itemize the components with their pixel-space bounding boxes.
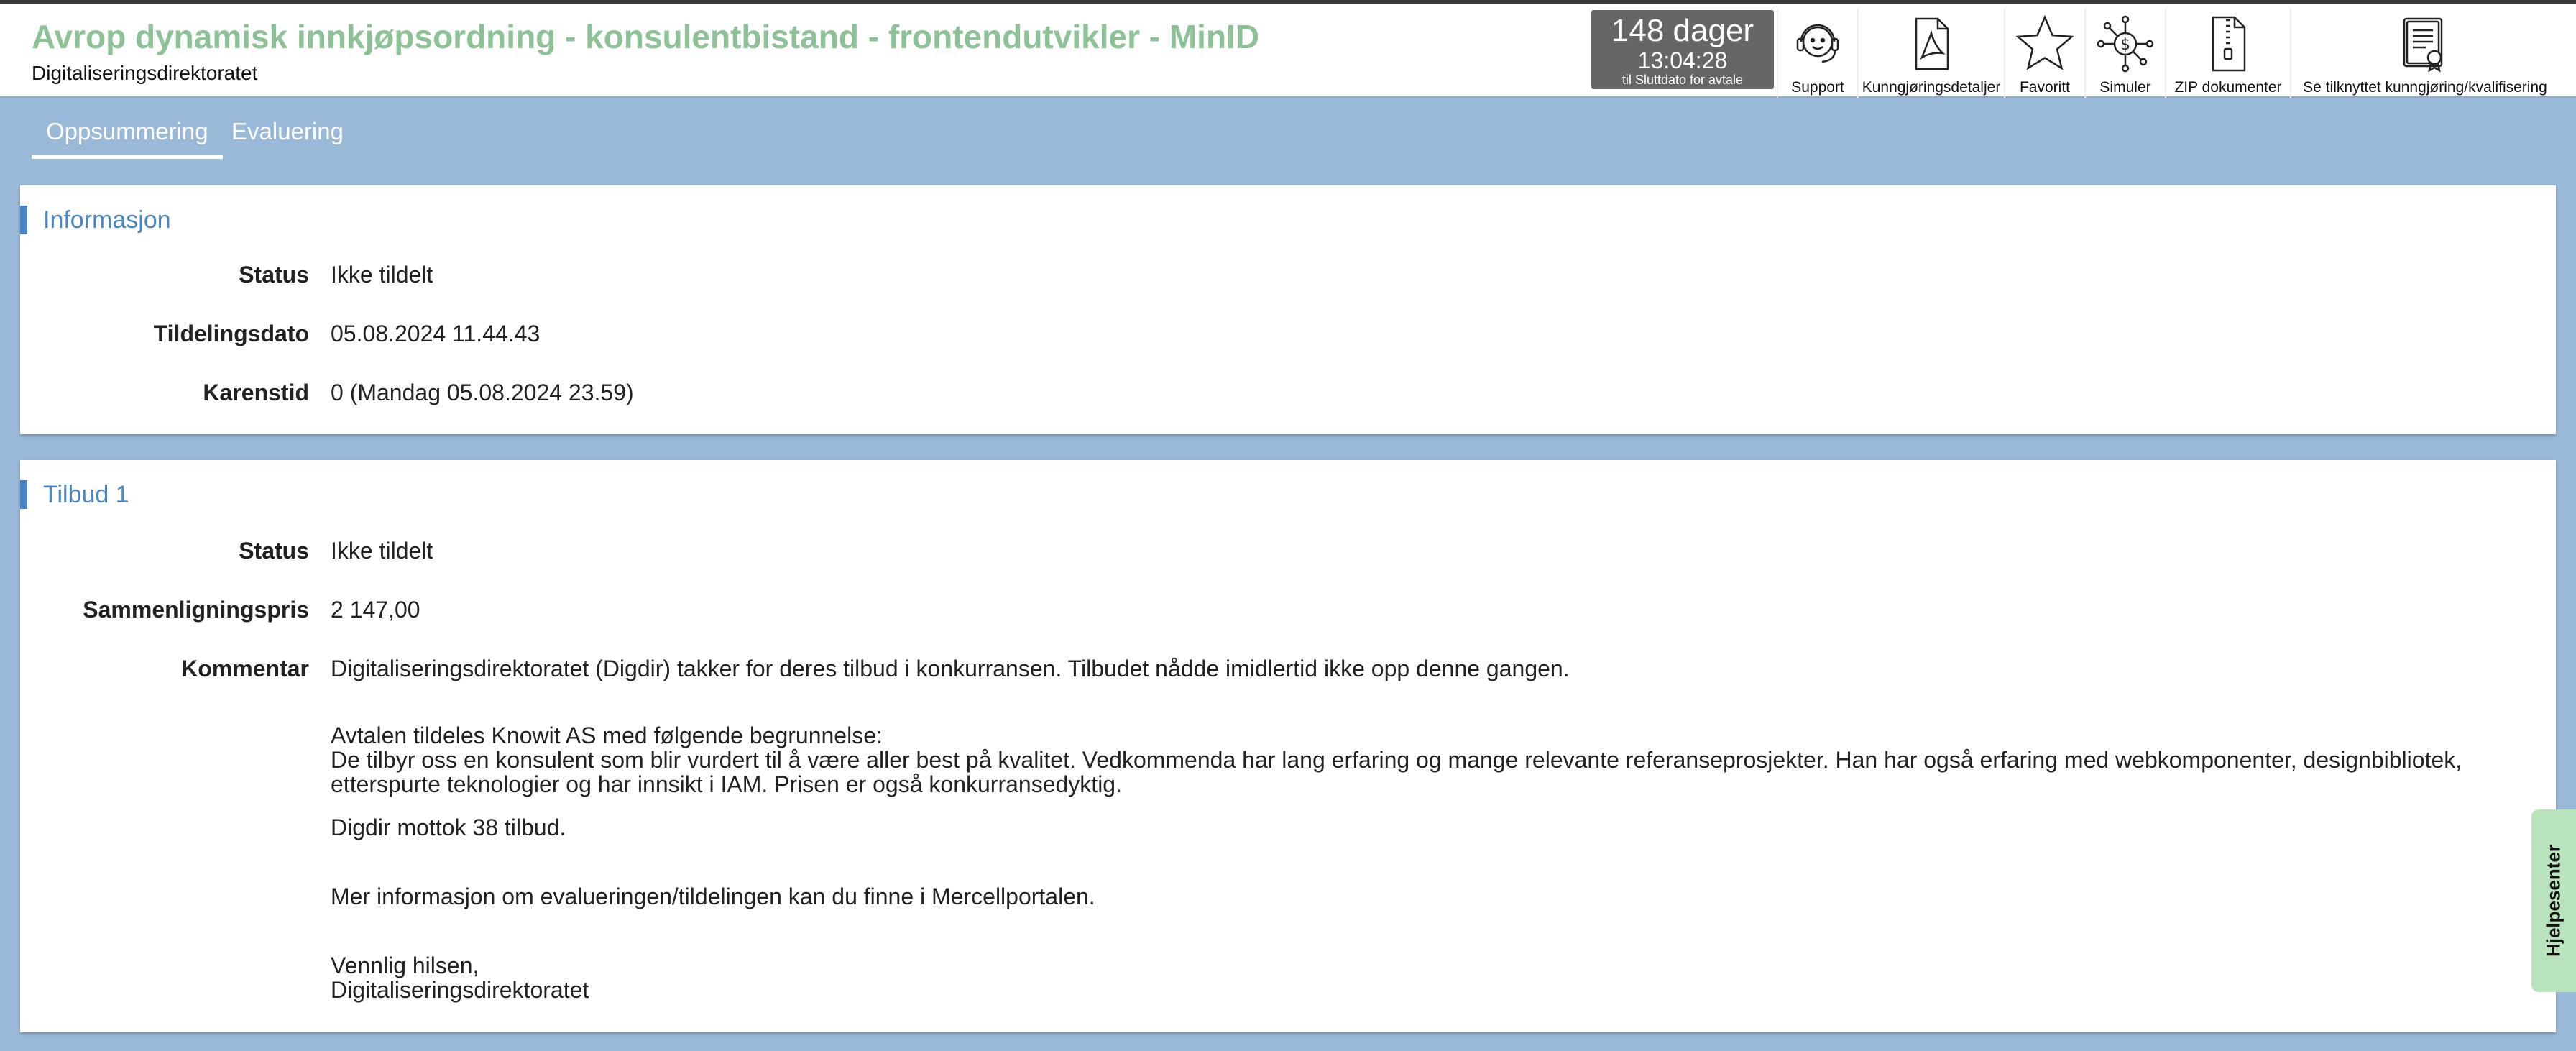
svg-text:$: $	[2120, 36, 2130, 54]
header-toolbar: Support Kunngjøringsdetaljer Favoritt $	[1777, 9, 2559, 98]
announcement-details-button[interactable]: Kunngjøringsdetaljer	[1857, 9, 2004, 98]
favorite-button[interactable]: Favoritt	[2004, 9, 2084, 98]
headset-icon	[1796, 24, 1839, 63]
countdown-caption: til Sluttdato for avtale	[1622, 73, 1744, 87]
simulate-icon: $	[2097, 15, 2154, 73]
standstill-value: 0 (Mandag 05.08.2024 23.59)	[331, 380, 634, 405]
page-title: Avrop dynamisk innkjøpsordning - konsule…	[32, 18, 1260, 55]
countdown-time: 13:04:28	[1637, 47, 1728, 73]
tab-evaluering[interactable]: Evaluering	[217, 118, 358, 155]
tab-oppsummering[interactable]: Oppsummering	[32, 118, 223, 159]
deadline-countdown: 148 dager 13:04:28 til Sluttdato for avt…	[1591, 10, 1774, 89]
zip-documents-label: ZIP dokumenter	[2174, 79, 2282, 96]
countdown-days: 148 dager	[1611, 13, 1754, 48]
simulate-label: Simuler	[2099, 79, 2151, 96]
comparison-price-value: 2 147,00	[331, 597, 420, 623]
comment-award-reason: Avtalen tildeles Knowit AS med følgende …	[331, 723, 2523, 797]
comparison-price-label: Sammenligningspris	[83, 597, 309, 623]
award-date-value: 05.08.2024 11.44.43	[331, 321, 540, 346]
comment-award-line-3: etterspurte teknologier og har innsikt i…	[331, 771, 1122, 797]
offer-status-label: Status	[239, 538, 309, 564]
comment-label: Kommentar	[181, 656, 309, 681]
support-button[interactable]: Support	[1777, 9, 1857, 98]
award-date-label: Tildelingsdato	[153, 321, 309, 346]
support-label: Support	[1791, 79, 1844, 96]
standstill-label: Karenstid	[203, 380, 309, 405]
announcement-details-label: Kunngjøringsdetaljer	[1862, 79, 2001, 96]
comment-closing-line-2: Digitaliseringsdirektoratet	[331, 977, 589, 1003]
comment-award-line-2: De tilbyr oss en konsulent som blir vurd…	[331, 747, 2462, 773]
comment-intro: Digitaliseringsdirektoratet (Digdir) tak…	[331, 656, 1570, 681]
comment-award-line-1: Avtalen tildeles Knowit AS med følgende …	[331, 722, 883, 748]
help-center-tab[interactable]: Hjelpesenter	[2531, 809, 2576, 992]
zip-icon	[2212, 16, 2246, 72]
tab-bar: Oppsummering Evaluering	[0, 98, 2576, 175]
offer-title: Tilbud 1	[20, 480, 129, 509]
linked-announcement-button[interactable]: Se tilknyttet kunngjøring/kvalifisering	[2290, 9, 2559, 98]
offer-panel: Tilbud 1 Status Ikke tildelt Sammenligni…	[20, 460, 2556, 1032]
pdf-icon	[1915, 17, 1949, 70]
info-status-label: Status	[239, 262, 309, 288]
offer-status-value: Ikke tildelt	[331, 538, 433, 564]
linked-announcement-label: Se tilknyttet kunngjøring/kvalifisering	[2303, 79, 2547, 96]
comment-closing: Vennlig hilsen, Digitaliseringsdirektora…	[331, 953, 2523, 1002]
simulate-button[interactable]: $ Simuler	[2084, 9, 2165, 98]
information-panel: Informasjon Status Ikke tildelt Tildelin…	[20, 185, 2556, 434]
comment-more-info: Mer informasjon om evalueringen/tildelin…	[331, 884, 1095, 909]
organization-name: Digitaliseringsdirektoratet	[32, 62, 258, 84]
header-bar: Avrop dynamisk innkjøpsordning - konsule…	[0, 0, 2576, 98]
comment-closing-line-1: Vennlig hilsen,	[331, 953, 479, 978]
info-status-value: Ikke tildelt	[331, 262, 433, 288]
help-center-label: Hjelpesenter	[2542, 844, 2564, 958]
information-title: Informasjon	[20, 206, 171, 234]
star-icon	[2015, 14, 2074, 70]
comment-offer-count: Digdir mottok 38 tilbud.	[331, 814, 566, 840]
favorite-label: Favoritt	[2019, 79, 2070, 96]
document-certificate-icon	[2403, 17, 2443, 73]
zip-documents-button[interactable]: ZIP dokumenter	[2165, 9, 2290, 98]
